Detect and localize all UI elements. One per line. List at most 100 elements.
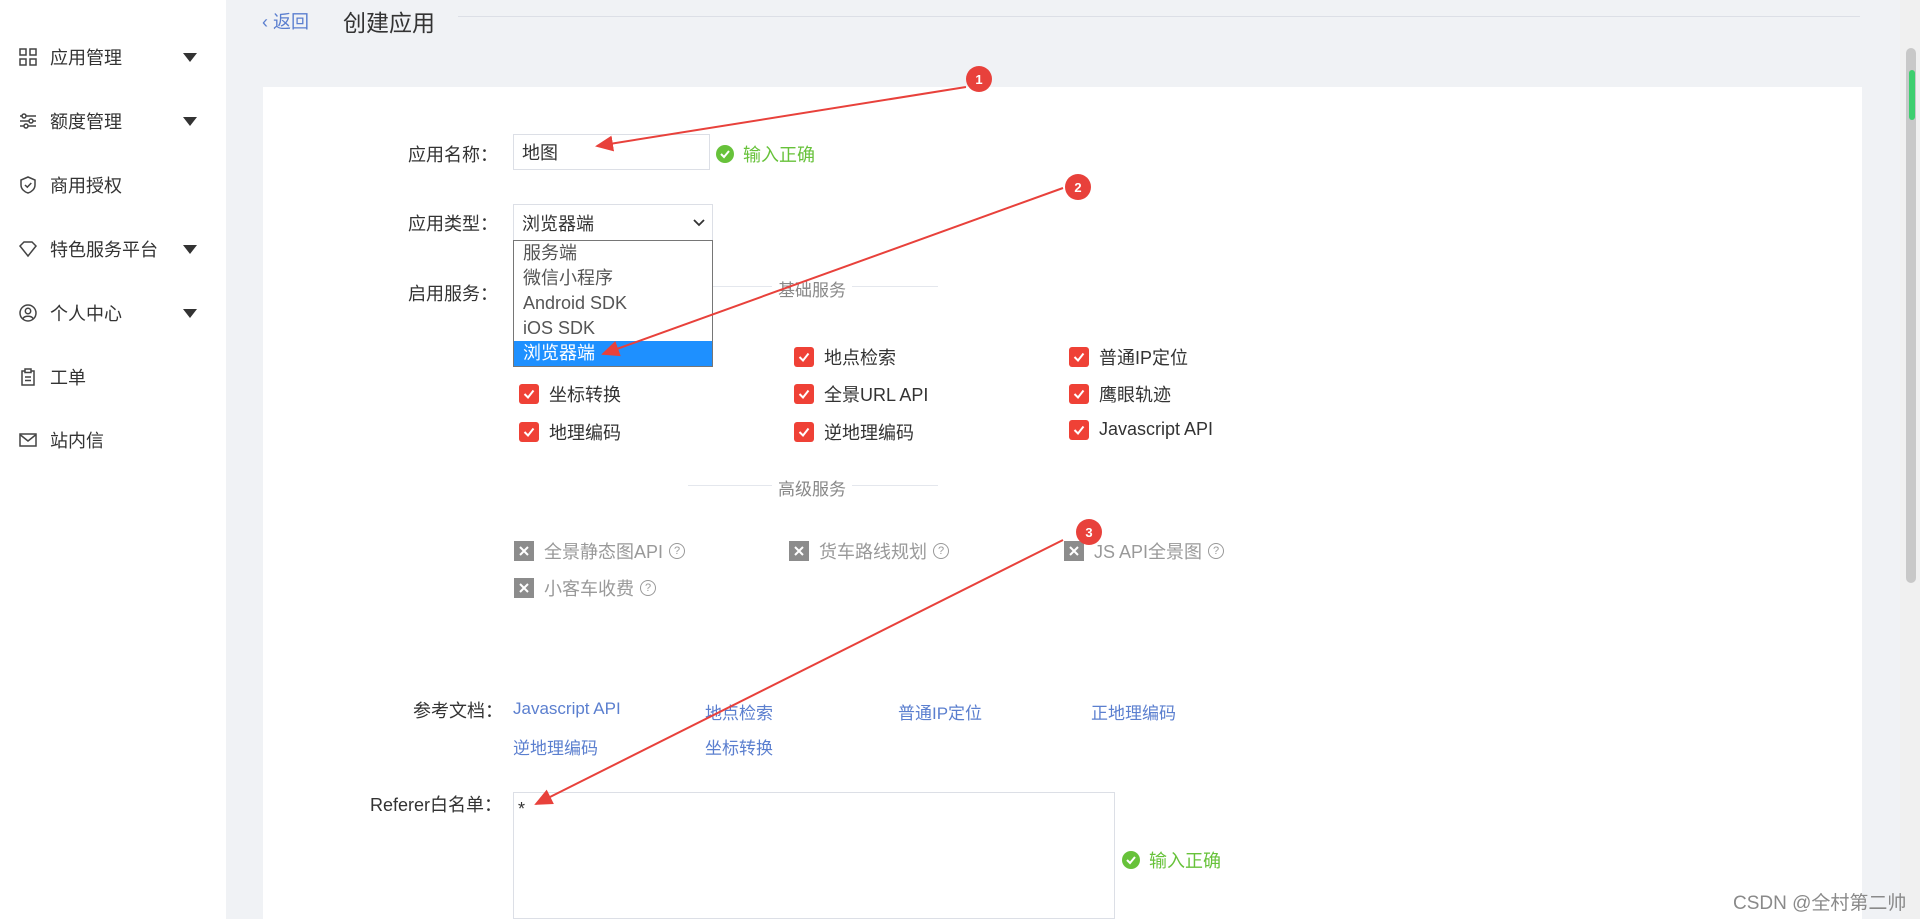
question-circle-icon[interactable]: ?: [933, 543, 949, 559]
caret-down-icon: [183, 116, 197, 126]
checkbox-checked-icon: [794, 422, 814, 442]
referer-label: Referer白名单：: [370, 795, 503, 815]
checkbox-disabled-icon: [514, 541, 534, 561]
dropdown-option-selected[interactable]: 浏览器端: [514, 341, 712, 366]
dropdown-option[interactable]: 微信小程序: [514, 266, 712, 291]
dropdown-option[interactable]: 服务端: [514, 241, 712, 266]
sidebar: 应用管理 额度管理 商用授权 特色服务平台 个人中心 工单 站内信: [0, 0, 226, 919]
dropdown-option[interactable]: Android SDK: [514, 291, 712, 316]
service-label: 全景URL API: [824, 385, 929, 405]
referer-value: *: [518, 799, 526, 819]
app-type-select[interactable]: 浏览器端: [513, 204, 713, 241]
question-circle-icon[interactable]: ?: [1208, 543, 1225, 559]
service-checkbox[interactable]: 普通IP定位: [1069, 344, 1188, 370]
service-label: 地理编码: [549, 423, 621, 443]
service-label: JS API全景图: [1094, 542, 1203, 562]
sidebar-item-personal-center[interactable]: 个人中心: [0, 293, 226, 333]
sidebar-item-ticket[interactable]: 工单: [0, 357, 226, 397]
sidebar-item-label: 应用管理: [50, 48, 122, 68]
checkbox-checked-icon: [1069, 347, 1089, 367]
sidebar-item-featured-services[interactable]: 特色服务平台: [0, 229, 226, 269]
doc-link[interactable]: 普通IP定位: [898, 699, 982, 724]
service-checkbox[interactable]: 鹰眼轨迹: [1069, 381, 1171, 407]
service-label: 全景静态图API: [544, 542, 664, 562]
chevron-down-icon: [692, 212, 706, 233]
sidebar-item-messages[interactable]: 站内信: [0, 420, 226, 460]
check-circle-icon: [1122, 851, 1140, 869]
sidebar-item-commercial-license[interactable]: 商用授权: [0, 165, 226, 205]
sidebar-item-quota-management[interactable]: 额度管理: [0, 101, 226, 141]
app-name-input[interactable]: 地图: [513, 134, 710, 170]
referer-textarea[interactable]: *: [513, 792, 1115, 919]
basic-section-title: 基础服务: [772, 276, 852, 301]
service-checkbox[interactable]: 坐标转换: [519, 381, 621, 407]
user-circle-icon: [18, 303, 38, 323]
sidebar-item-label: 个人中心: [50, 304, 122, 324]
caret-down-icon: [183, 244, 197, 254]
sidebar-item-label: 特色服务平台: [50, 240, 158, 260]
diamond-icon: [18, 239, 38, 259]
advanced-service-checkbox[interactable]: 全景静态图API ?: [514, 538, 686, 564]
doc-link[interactable]: 正地理编码: [1091, 699, 1176, 724]
chevron-left-icon: ‹: [262, 12, 268, 32]
service-label: 普通IP定位: [1099, 348, 1189, 368]
checkbox-checked-icon: [794, 347, 814, 367]
caret-down-icon: [183, 52, 197, 62]
advanced-service-checkbox[interactable]: 小客车收费 ?: [514, 575, 656, 601]
advanced-service-checkbox[interactable]: JS API全景图 ?: [1064, 538, 1225, 564]
advanced-section-title: 高级服务: [772, 475, 852, 500]
service-checkbox[interactable]: 全景URL API: [794, 381, 928, 407]
app-name-label: 应用名称：: [408, 145, 498, 165]
doc-link[interactable]: 坐标转换: [705, 734, 773, 759]
scroll-indicator: [1909, 70, 1915, 120]
service-checkbox[interactable]: 地理编码: [519, 419, 621, 445]
doc-link[interactable]: 地点检索: [705, 699, 773, 724]
checkbox-checked-icon: [519, 422, 539, 442]
service-checkbox[interactable]: 逆地理编码: [794, 419, 914, 445]
sidebar-item-label: 商用授权: [50, 176, 122, 196]
question-circle-icon[interactable]: ?: [669, 543, 686, 559]
doc-link[interactable]: 逆地理编码: [513, 734, 598, 759]
scrollbar-thumb[interactable]: [1906, 48, 1916, 583]
title-divider: [458, 16, 1860, 17]
doc-link[interactable]: Javascript API: [513, 699, 621, 719]
app-name-value: 地图: [522, 143, 558, 163]
referer-status: 输入正确: [1122, 847, 1221, 873]
dropdown-option[interactable]: iOS SDK: [514, 316, 712, 341]
question-circle-icon[interactable]: ?: [640, 580, 656, 596]
page-title: 创建应用: [343, 10, 435, 36]
sidebar-item-label: 站内信: [50, 431, 104, 451]
checkbox-checked-icon: [519, 384, 539, 404]
shield-check-icon: [18, 175, 38, 195]
services-label: 启用服务：: [408, 284, 498, 304]
grid-icon: [18, 47, 38, 67]
back-label: 返回: [273, 12, 310, 32]
mail-icon: [18, 430, 38, 450]
app-type-value: 浏览器端: [522, 213, 594, 234]
sidebar-item-app-management[interactable]: 应用管理: [0, 37, 226, 77]
clipboard-icon: [18, 367, 38, 387]
checkbox-checked-icon: [1069, 419, 1089, 440]
docs-label: 参考文档：: [413, 701, 503, 721]
referer-status-text: 输入正确: [1149, 851, 1221, 871]
service-label: 坐标转换: [549, 385, 621, 405]
service-label: 鹰眼轨迹: [1099, 385, 1171, 405]
sidebar-item-label: 工单: [50, 368, 86, 388]
service-checkbox[interactable]: 地点检索: [794, 344, 896, 370]
app-name-status-text: 输入正确: [743, 145, 815, 165]
service-checkbox[interactable]: Javascript API: [1069, 419, 1213, 440]
svg-text:1: 1: [975, 72, 982, 87]
service-label: 逆地理编码: [824, 423, 914, 443]
watermark: CSDN @全村第二帅: [1733, 893, 1907, 914]
app-type-label: 应用类型：: [408, 214, 498, 234]
back-link[interactable]: ‹ 返回: [262, 8, 309, 34]
checkbox-disabled-icon: [789, 541, 809, 561]
app-type-dropdown: 服务端 微信小程序 Android SDK iOS SDK 浏览器端: [513, 240, 713, 367]
advanced-service-checkbox[interactable]: 货车路线规划 ?: [789, 538, 949, 564]
service-label: 地点检索: [824, 348, 896, 368]
service-label: 小客车收费: [544, 579, 634, 599]
checkbox-checked-icon: [1069, 384, 1089, 404]
service-label: 货车路线规划: [819, 542, 927, 562]
sidebar-item-label: 额度管理: [50, 112, 122, 132]
checkbox-disabled-icon: [514, 578, 534, 598]
